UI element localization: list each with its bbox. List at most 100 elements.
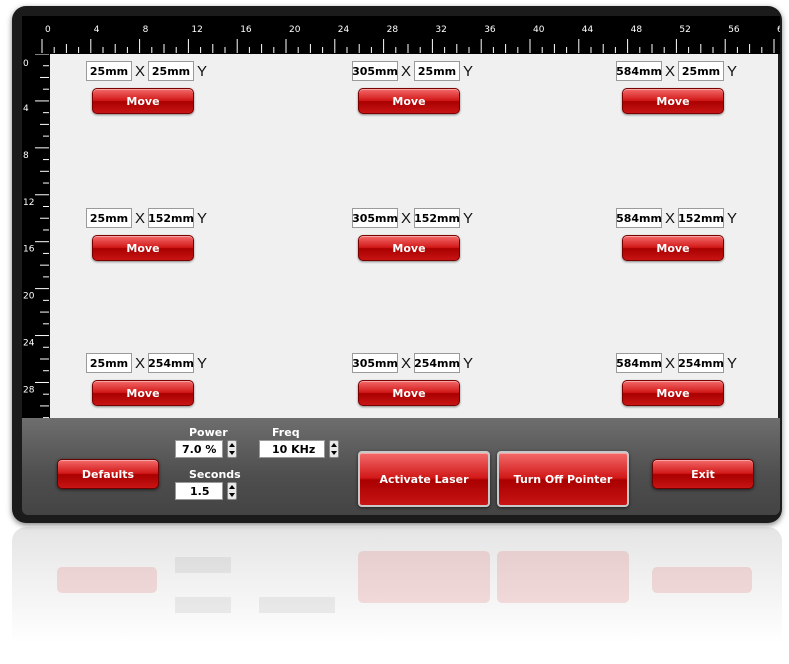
ruler-tick-label: 32 — [435, 25, 446, 35]
spin-up-icon — [229, 485, 235, 489]
reflection-button — [358, 551, 490, 603]
ruler-tick-label: 52 — [679, 25, 690, 35]
activate-laser-button[interactable]: Activate Laser — [358, 451, 490, 507]
ruler-tick-label: 48 — [631, 25, 643, 35]
x-axis-label: X — [665, 62, 676, 80]
ruler-tick-label: 60 — [777, 25, 780, 35]
defaults-button[interactable]: Defaults — [57, 459, 159, 489]
seconds-label: Seconds — [189, 468, 241, 481]
ruler-tick-label: 56 — [728, 25, 740, 35]
freq-label: Freq — [272, 426, 300, 439]
y-axis-label: Y — [463, 62, 474, 80]
ruler-tick-label: 28 — [387, 25, 399, 35]
ruler-tick-label: 24 — [338, 25, 350, 35]
x-coordinate-field[interactable]: 305mm — [352, 208, 398, 228]
x-axis-label: X — [401, 62, 412, 80]
x-coordinate-field[interactable]: 305mm — [352, 353, 398, 373]
y-coordinate-field[interactable]: 254mm — [678, 353, 725, 373]
x-axis-label: X — [135, 209, 146, 227]
x-coordinate-field[interactable]: 305mm — [352, 61, 398, 81]
spin-up-icon — [229, 443, 235, 447]
ruler-tick-label: 0 — [23, 59, 29, 69]
y-axis-label: Y — [197, 354, 208, 372]
position-point: 305mm X 152mm Y — [352, 207, 522, 229]
top-ruler-scale: 04812162024283236404448525660 — [41, 25, 780, 53]
ruler-tick-label: 44 — [582, 25, 594, 35]
x-coordinate-field[interactable]: 584mm — [616, 208, 662, 228]
move-button[interactable]: Move — [622, 380, 724, 406]
freq-field[interactable]: 10 KHz — [259, 440, 325, 458]
y-axis-label: Y — [727, 62, 738, 80]
ruler-tick-label: 20 — [289, 25, 301, 35]
y-coordinate-field[interactable]: 25mm — [414, 61, 461, 81]
y-coordinate-field[interactable]: 152mm — [148, 208, 195, 228]
freq-spinner[interactable] — [329, 440, 339, 458]
move-button[interactable]: Move — [358, 88, 460, 114]
ruler-tick-label: 8 — [23, 151, 29, 161]
y-axis-label: Y — [197, 209, 208, 227]
y-coordinate-field[interactable]: 25mm — [678, 61, 725, 81]
ruler-tick-label: 28 — [23, 385, 35, 395]
reflection-field — [175, 557, 231, 573]
move-button[interactable]: Move — [622, 235, 724, 261]
ruler-tick-label: 4 — [94, 25, 100, 35]
ruler-tick-label: 4 — [23, 104, 29, 114]
move-button[interactable]: Move — [358, 235, 460, 261]
window-reflection — [12, 527, 782, 664]
reflection-button — [497, 551, 629, 603]
x-axis-label: X — [401, 354, 412, 372]
position-point: 305mm X 25mm Y — [352, 60, 522, 82]
y-coordinate-field[interactable]: 254mm — [414, 353, 461, 373]
y-axis-label: Y — [463, 354, 474, 372]
ruler-tick-label: 36 — [484, 25, 496, 35]
power-field[interactable]: 7.0 % — [175, 440, 223, 458]
x-axis-label: X — [135, 62, 146, 80]
y-coordinate-field[interactable]: 152mm — [414, 208, 461, 228]
work-area: 25mm X 25mm Y Move 305mm X 25mm Y Move 5… — [50, 54, 778, 424]
move-button[interactable]: Move — [358, 380, 460, 406]
spin-up-icon — [331, 443, 337, 447]
x-coordinate-field[interactable]: 25mm — [86, 61, 132, 81]
move-button[interactable]: Move — [622, 88, 724, 114]
laser-control-window: 04812162024283236404448525660 0481216202… — [12, 6, 782, 523]
ruler-tick-label: 24 — [23, 339, 35, 349]
ruler-tick-label: 12 — [191, 25, 202, 35]
x-coordinate-field[interactable]: 584mm — [616, 61, 662, 81]
y-coordinate-field[interactable]: 25mm — [148, 61, 195, 81]
move-button[interactable]: Move — [92, 380, 194, 406]
move-button[interactable]: Move — [92, 88, 194, 114]
power-spinner[interactable] — [227, 440, 237, 458]
spin-down-icon — [331, 451, 337, 455]
move-button[interactable]: Move — [92, 235, 194, 261]
position-point: 584mm X 25mm Y — [616, 60, 786, 82]
power-label: Power — [189, 426, 228, 439]
ruler-tick-label: 12 — [23, 198, 34, 208]
ruler-tick-label: 16 — [240, 25, 252, 35]
y-coordinate-field[interactable]: 152mm — [678, 208, 725, 228]
seconds-spinner[interactable] — [227, 482, 237, 500]
left-ruler: 0 4 8 12 16 20 24 28 — [22, 54, 50, 424]
reflection-field — [259, 597, 335, 613]
spin-down-icon — [229, 493, 235, 497]
turn-off-pointer-button[interactable]: Turn Off Pointer — [497, 451, 629, 507]
y-axis-label: Y — [727, 209, 738, 227]
y-axis-label: Y — [463, 209, 474, 227]
x-coordinate-field[interactable]: 25mm — [86, 208, 132, 228]
x-coordinate-field[interactable]: 25mm — [86, 353, 132, 373]
ruler-tick-label: 8 — [143, 25, 149, 35]
position-point: 25mm X 25mm Y — [86, 60, 256, 82]
x-coordinate-field[interactable]: 584mm — [616, 353, 662, 373]
control-panel: Defaults Power 7.0 % Seconds 1.5 Freq 10… — [22, 418, 780, 515]
position-point: 305mm X 254mm Y — [352, 352, 522, 374]
y-axis-label: Y — [197, 62, 208, 80]
seconds-field[interactable]: 1.5 — [175, 482, 223, 500]
position-point: 584mm X 152mm Y — [616, 207, 786, 229]
reflection-button — [652, 567, 752, 593]
x-axis-label: X — [135, 354, 146, 372]
y-coordinate-field[interactable]: 254mm — [148, 353, 195, 373]
x-axis-label: X — [665, 354, 676, 372]
ruler-tick-label: 0 — [45, 25, 51, 35]
reflection-button — [57, 567, 157, 593]
x-axis-label: X — [665, 209, 676, 227]
exit-button[interactable]: Exit — [652, 459, 754, 489]
